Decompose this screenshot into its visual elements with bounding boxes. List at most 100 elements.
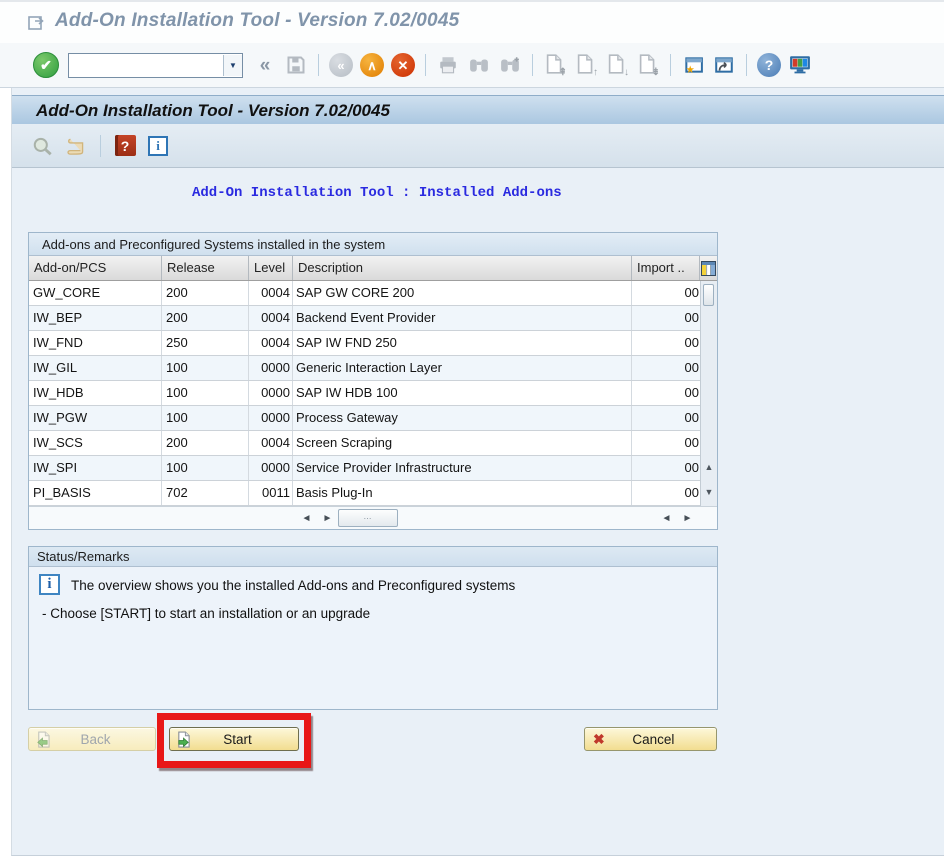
application-toolbar: ? i	[12, 124, 944, 168]
cell-addon: IW_HDB	[29, 381, 162, 405]
create-shortcut-button[interactable]	[711, 52, 737, 78]
print-button[interactable]	[435, 52, 461, 78]
column-header-description[interactable]: Description	[293, 256, 632, 280]
application-help-button[interactable]: ?	[112, 133, 138, 159]
cancel-button[interactable]: ✖ Cancel	[584, 727, 717, 751]
scroll-right-button[interactable]: ►	[319, 509, 336, 527]
toolbar-separator	[318, 54, 319, 76]
start-button[interactable]: Start	[169, 727, 299, 751]
table-configuration-button[interactable]	[700, 256, 717, 280]
table-row[interactable]: PI_BASIS 702 0011 Basis Plug-In 00	[29, 481, 700, 506]
cell-description: Process Gateway	[293, 406, 632, 430]
back-button[interactable]: «	[328, 52, 354, 78]
table-row[interactable]: IW_PGW 100 0000 Process Gateway 00	[29, 406, 700, 431]
cell-import: 00	[632, 431, 700, 455]
scroll-down-button[interactable]: ▼	[701, 482, 717, 502]
cell-level: 0000	[249, 356, 293, 380]
collapse-toolbar-button[interactable]: «	[252, 52, 278, 78]
command-dropdown-button[interactable]: ▼	[223, 55, 242, 76]
vertical-scrollbar[interactable]: ▲ ▼	[700, 281, 717, 506]
cell-import: 00	[632, 381, 700, 405]
enter-button[interactable]: ✔	[33, 52, 59, 78]
cell-release: 200	[162, 281, 249, 305]
log-button[interactable]	[63, 133, 89, 159]
table-body: GW_CORE 200 0004 SAP GW CORE 200 00 IW_B…	[29, 281, 700, 506]
cell-release: 200	[162, 431, 249, 455]
content-area: Add-On Installation Tool - Version 7.02/…	[11, 88, 944, 856]
previous-page-button[interactable]: ↑	[573, 52, 599, 78]
status-box-title: Status/Remarks	[29, 547, 717, 567]
column-header-import[interactable]: Import ..	[632, 256, 700, 280]
sap-gui-window: Add-On Installation Tool - Version 7.02/…	[0, 0, 944, 867]
cell-addon: PI_BASIS	[29, 481, 162, 505]
cell-description: Screen Scraping	[293, 431, 632, 455]
next-page-button[interactable]: ↓	[604, 52, 630, 78]
find-button[interactable]	[466, 52, 492, 78]
scroll-left-button[interactable]: ◄	[298, 509, 315, 527]
horizontal-scrollbar-thumb[interactable]: ⋯	[338, 509, 398, 527]
shortcut-icon	[714, 56, 734, 74]
table-row[interactable]: GW_CORE 200 0004 SAP GW CORE 200 00	[29, 281, 700, 306]
gui-settings-button[interactable]	[787, 52, 813, 78]
cell-release: 250	[162, 331, 249, 355]
horizontal-scrollbar[interactable]: ◄ ► ⋯ ◄ ►	[29, 506, 717, 529]
table-box-title: Add-ons and Preconfigured Systems instal…	[29, 233, 717, 256]
table-row[interactable]: IW_BEP 200 0004 Backend Event Provider 0…	[29, 306, 700, 331]
cell-level: 0000	[249, 456, 293, 480]
cell-release: 100	[162, 406, 249, 430]
info-button[interactable]: i	[145, 133, 171, 159]
help-button[interactable]: ?	[756, 52, 782, 78]
cell-addon: IW_PGW	[29, 406, 162, 430]
cell-addon: IW_GIL	[29, 356, 162, 380]
column-header-level[interactable]: Level	[249, 256, 293, 280]
cell-addon: IW_SCS	[29, 431, 162, 455]
search-button[interactable]	[30, 133, 56, 159]
new-session-button[interactable]	[680, 52, 706, 78]
cell-import: 00	[632, 406, 700, 430]
back-icon: «	[329, 53, 353, 77]
save-icon	[286, 55, 306, 75]
table-row[interactable]: IW_GIL 100 0000 Generic Interaction Laye…	[29, 356, 700, 381]
back-page-icon	[35, 731, 50, 748]
cell-import: 00	[632, 456, 700, 480]
cell-import: 00	[632, 481, 700, 505]
cancel-icon: ✕	[391, 53, 415, 77]
last-page-button[interactable]: ⇟	[635, 52, 661, 78]
status-remarks-box: Status/Remarks i The overview shows you …	[28, 546, 718, 710]
exit-button[interactable]: ∧	[359, 52, 385, 78]
cell-description: SAP GW CORE 200	[293, 281, 632, 305]
cell-description: Basis Plug-In	[293, 481, 632, 505]
back-step-button[interactable]: Back	[28, 727, 156, 751]
scroll-left-button-right-pane[interactable]: ◄	[658, 509, 675, 527]
cancel-label: Cancel	[605, 732, 716, 747]
cell-addon: IW_BEP	[29, 306, 162, 330]
cancel-transaction-button[interactable]: ✕	[390, 52, 416, 78]
status-box-body: i The overview shows you the installed A…	[29, 567, 717, 709]
help-icon: ?	[757, 53, 781, 77]
cell-import: 00	[632, 331, 700, 355]
find-next-button[interactable]	[497, 52, 523, 78]
cell-level: 0004	[249, 331, 293, 355]
column-header-release[interactable]: Release	[162, 256, 249, 280]
new-session-icon	[683, 56, 703, 74]
cell-import: 00	[632, 281, 700, 305]
table-row[interactable]: IW_FND 250 0004 SAP IW FND 250 00	[29, 331, 700, 356]
scroll-up-button[interactable]: ▲	[701, 457, 717, 477]
cell-level: 0000	[249, 406, 293, 430]
cell-release: 100	[162, 356, 249, 380]
cell-description: Service Provider Infrastructure	[293, 456, 632, 480]
table-row[interactable]: IW_HDB 100 0000 SAP IW HDB 100 00	[29, 381, 700, 406]
table-row[interactable]: IW_SCS 200 0004 Screen Scraping 00	[29, 431, 700, 456]
toolbar-separator	[425, 54, 426, 76]
cell-level: 0004	[249, 281, 293, 305]
table-row[interactable]: IW_SPI 100 0000 Service Provider Infrast…	[29, 456, 700, 481]
save-button[interactable]	[283, 52, 309, 78]
first-page-button[interactable]: ⇞	[542, 52, 568, 78]
toolbar-separator	[670, 54, 671, 76]
command-field[interactable]	[69, 55, 223, 76]
cell-addon: IW_SPI	[29, 456, 162, 480]
vertical-scrollbar-thumb[interactable]	[703, 284, 714, 306]
column-header-addon[interactable]: Add-on/PCS	[29, 256, 162, 280]
scroll-right-button-right-pane[interactable]: ►	[679, 509, 696, 527]
main-toolbar: ✔ ▼ « « ∧ ✕ ⇞ ↑ ↓ ⇟	[0, 43, 944, 88]
